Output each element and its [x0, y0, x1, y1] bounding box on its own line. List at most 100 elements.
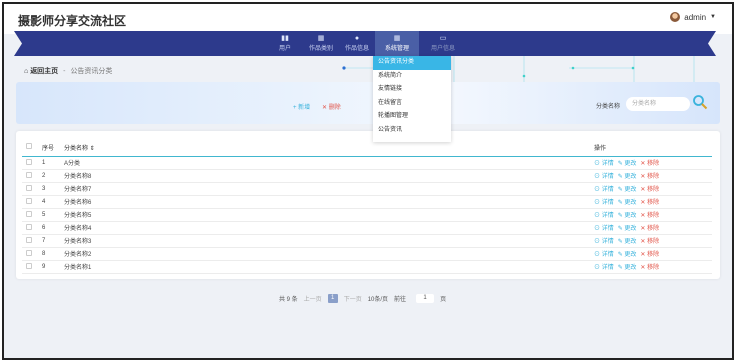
edit-button[interactable]: ✎ 更改	[618, 213, 637, 219]
row-index: 7	[42, 237, 46, 244]
remove-button[interactable]: ✕ 移除	[640, 226, 659, 232]
row-checkbox[interactable]	[26, 249, 32, 256]
row-name: 分类名称8	[64, 174, 92, 180]
edit-button[interactable]: ✎ 更改	[618, 252, 637, 258]
pager-size-select[interactable]: 10条/页	[368, 294, 388, 303]
remove-button[interactable]: ✕ 移除	[640, 174, 659, 180]
nav-item-system[interactable]: ▦ 系统管理	[375, 31, 419, 56]
detail-button[interactable]: ⊙ 详情	[594, 200, 614, 206]
detail-label: 详情	[601, 213, 614, 219]
search-input[interactable]	[626, 97, 690, 111]
row-actions: ⊙ 详情 ✎ 更改 ✕ 移除	[594, 260, 712, 273]
nav-item-works[interactable]: ● 作品信息	[339, 31, 375, 56]
top-bar: 摄影师分享交流社区 admin ▼	[4, 4, 732, 34]
row-checkbox[interactable]	[26, 236, 32, 243]
detail-button[interactable]: ⊙ 详情	[594, 239, 614, 245]
edit-button[interactable]: ✎ 更改	[618, 161, 637, 167]
remove-button[interactable]: ✕ 移除	[640, 187, 659, 193]
detail-button[interactable]: ⊙ 详情	[594, 174, 614, 180]
row-checkbox-cell	[22, 156, 42, 169]
header-checkbox-cell	[22, 139, 42, 156]
nav-item-label: 作品类别	[308, 46, 333, 52]
remove-button[interactable]: ✕ 移除	[640, 200, 659, 206]
menu-item-system-intro[interactable]: 系统简介	[373, 70, 451, 84]
search-icon: ⊙	[594, 226, 601, 232]
row-index: 9	[42, 263, 46, 270]
row-checkbox[interactable]	[26, 210, 32, 217]
detail-button[interactable]: ⊙ 详情	[594, 213, 614, 219]
user-menu[interactable]: admin ▼	[670, 12, 716, 22]
search-icon[interactable]	[692, 94, 708, 110]
close-icon: ✕	[640, 174, 646, 180]
nav-item-label: 作品信息	[344, 46, 369, 52]
edit-button[interactable]: ✎ 更改	[618, 265, 637, 271]
remove-label: 移除	[647, 239, 660, 245]
data-table: 序号 分类名称 ⇕ 操作 1 A分类 ⊙ 详情 ✎ 更改 ✕ 移除 2 分类名称8 ⊙ 详情 ✎…	[22, 139, 712, 274]
detail-button[interactable]: ⊙ 详情	[594, 265, 614, 271]
nav-item-users[interactable]: ▮▮ 用户	[267, 31, 303, 56]
detail-button[interactable]: ⊙ 详情	[594, 226, 614, 232]
row-name: 分类名称2	[64, 252, 92, 258]
add-button[interactable]: + 新增	[293, 102, 310, 111]
menu-item-notice-category[interactable]: 公告资讯分类	[373, 56, 451, 70]
pager-next-button[interactable]: 下一页	[344, 294, 362, 303]
detail-button[interactable]: ⊙ 详情	[594, 161, 614, 167]
breadcrumb-home-link[interactable]: 返回主页	[30, 68, 58, 75]
edit-icon: ✎	[617, 252, 623, 258]
row-actions: ⊙ 详情 ✎ 更改 ✕ 移除	[594, 221, 712, 234]
row-checkbox[interactable]	[26, 184, 32, 191]
edit-label: 更改	[624, 213, 637, 219]
pager-goto-input[interactable]: 1	[416, 294, 435, 303]
pager-prev-button[interactable]: 上一页	[304, 294, 322, 303]
remove-button[interactable]: ✕ 移除	[640, 213, 659, 219]
close-icon: ✕	[640, 252, 646, 258]
edit-button[interactable]: ✎ 更改	[618, 174, 637, 180]
detail-button[interactable]: ⊙ 详情	[594, 252, 614, 258]
row-index: 1	[42, 159, 46, 166]
close-icon: ✕	[640, 239, 646, 245]
row-checkbox[interactable]	[26, 158, 32, 165]
edit-label: 更改	[624, 161, 637, 167]
header-actions: 操作	[594, 145, 607, 152]
row-checkbox[interactable]	[26, 262, 32, 269]
row-checkbox[interactable]	[26, 171, 32, 178]
breadcrumb-separator: -	[63, 68, 66, 75]
edit-icon: ✎	[617, 174, 623, 180]
remove-button[interactable]: ✕ 移除	[640, 252, 659, 258]
menu-item-notices[interactable]: 公告资讯	[373, 124, 451, 138]
row-checkbox-cell	[22, 260, 42, 273]
header-name[interactable]: 分类名称 ⇕	[64, 139, 594, 156]
detail-label: 详情	[601, 200, 614, 206]
row-checkbox[interactable]	[26, 223, 32, 230]
select-all-checkbox[interactable]	[26, 143, 32, 150]
delete-button[interactable]: ✕ 删除	[322, 102, 341, 111]
pager-unit-label: 页	[440, 297, 447, 303]
user-name: admin	[684, 12, 707, 22]
edit-button[interactable]: ✎ 更改	[618, 200, 637, 206]
close-icon: ✕	[640, 200, 646, 206]
edit-button[interactable]: ✎ 更改	[618, 226, 637, 232]
calendar-icon: ▭	[439, 35, 447, 42]
menu-item-carousel[interactable]: 轮播图管理	[373, 110, 451, 124]
pager-current-page[interactable]: 1	[327, 294, 338, 303]
edit-button[interactable]: ✎ 更改	[618, 239, 637, 245]
row-checkbox[interactable]	[26, 197, 32, 204]
home-icon: ⌂	[24, 68, 29, 75]
nav-item-categories[interactable]: ▦ 作品类别	[303, 31, 339, 56]
detail-button[interactable]: ⊙ 详情	[594, 187, 614, 193]
edit-button[interactable]: ✎ 更改	[618, 187, 637, 193]
search-icon: ⊙	[594, 239, 601, 245]
row-name: 分类名称6	[64, 200, 92, 206]
menu-item-messages[interactable]: 在线留言	[373, 97, 451, 111]
remove-button[interactable]: ✕ 移除	[640, 239, 659, 245]
grid-icon: ▦	[317, 35, 325, 42]
edit-icon: ✎	[617, 239, 623, 245]
nav-item-label: 用户	[278, 46, 291, 52]
detail-label: 详情	[601, 252, 614, 258]
remove-button[interactable]: ✕ 移除	[640, 265, 659, 271]
sort-icon[interactable]: ⇕	[90, 146, 95, 152]
remove-button[interactable]: ✕ 移除	[640, 161, 659, 167]
toolbar: + 新增 ✕ 删除 分类名称	[16, 82, 720, 124]
menu-item-friend-links[interactable]: 友情链接	[373, 83, 451, 97]
nav-item-userinfo[interactable]: ▭ 用户信息	[419, 31, 467, 56]
